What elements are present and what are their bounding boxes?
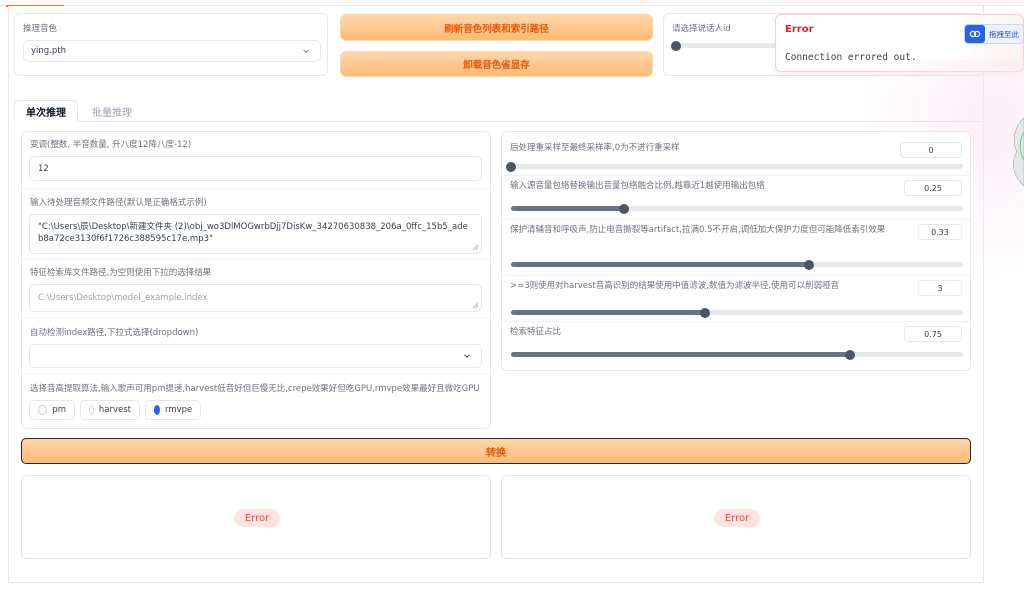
slider-number-input[interactable]: 3 xyxy=(918,280,962,296)
output-error-badge: Error xyxy=(714,509,760,527)
chevron-down-icon xyxy=(464,354,470,358)
slider-label: 输入源音量包络替换输出音量包络融合比例,越靠近1越使用输出包络 xyxy=(510,181,765,191)
radio-pm-label: pm xyxy=(52,405,66,415)
model-selected-value: ying.pth xyxy=(31,46,66,56)
model-select[interactable]: ying.pth xyxy=(23,40,321,62)
slider-label: 检索特征占比 xyxy=(510,327,562,337)
radio-rmvpe[interactable]: rmvpe xyxy=(145,400,201,420)
divider xyxy=(22,259,490,260)
slider-track[interactable] xyxy=(511,203,963,214)
slider-row: 保护清辅音和呼吸声,防止电音撕裂等artifact,拉满0.5不开启,调低加大保… xyxy=(502,220,970,276)
output-error-badge: Error xyxy=(234,509,280,527)
divider xyxy=(22,374,490,375)
radio-rmvpe-label: rmvpe xyxy=(165,405,193,415)
index-path-input[interactable]: C:\Users\Desktop\model_example.index xyxy=(29,284,482,312)
auto-index-label: 自动检测index路径,下拉式选择(dropdown) xyxy=(30,328,199,338)
divider xyxy=(22,188,490,189)
divider xyxy=(22,318,490,319)
extension-drag-button[interactable]: 拖拽至此 xyxy=(964,24,1024,44)
slider-thumb[interactable] xyxy=(619,203,629,214)
radio-circle-selected xyxy=(154,405,160,415)
slider-row: 检索特征占比 0.75 xyxy=(502,322,970,368)
slider-track[interactable] xyxy=(506,161,963,172)
extension-label: 拖拽至此 xyxy=(989,29,1019,39)
slider-row: 后处理重采样至最终采样率,0为不进行重采样 0 xyxy=(502,138,970,176)
output-audio-panel: Error xyxy=(501,475,971,559)
resize-handle-icon[interactable] xyxy=(472,302,478,308)
resize-handle-icon[interactable] xyxy=(472,244,478,250)
slider-number-input[interactable]: 0.75 xyxy=(904,326,962,342)
slider-thumb[interactable] xyxy=(845,349,855,360)
input-path-label: 输入待处理音频文件路径(默认是正确格式示例) xyxy=(30,198,207,208)
slider-fill xyxy=(511,310,706,315)
input-path-textarea[interactable]: "C:\Users\辰\Desktop\新建文件夹 (2)\obj_wo3DlM… xyxy=(29,214,482,254)
slider-number-input[interactable]: 0 xyxy=(900,142,962,158)
convert-button[interactable]: 转换 xyxy=(21,438,971,464)
slider-thumb[interactable] xyxy=(700,307,711,318)
radio-harvest-label: harvest xyxy=(98,405,131,415)
radio-pm[interactable]: pm xyxy=(29,400,75,420)
index-path-label: 特征检索库文件路径,为空则使用下拉的选择结果 xyxy=(30,268,212,278)
auto-index-dropdown[interactable] xyxy=(29,344,482,368)
slider-label: >=3则使用对harvest音高识别的结果使用中值滤波,数值为滤波半径,使用可以… xyxy=(510,281,840,291)
unload-button[interactable]: 卸载音色省显存 xyxy=(340,51,653,77)
slider-label: 保护清辅音和呼吸声,防止电音撕裂等artifact,拉满0.5不开启,调低加大保… xyxy=(510,225,886,235)
slider-number-input[interactable]: 0.33 xyxy=(918,224,962,240)
tab-single-inference[interactable]: 单次推理 xyxy=(14,100,78,122)
slider-fill xyxy=(511,262,810,267)
refresh-button[interactable]: 刷新音色列表和索引路径 xyxy=(340,14,653,41)
slider-number-input[interactable]: 0.25 xyxy=(904,180,962,196)
model-panel: 推理音色 ying.pth xyxy=(14,13,328,76)
slider-thumb[interactable] xyxy=(506,161,516,172)
right-settings-panel: 后处理重采样至最终采样率,0为不进行重采样 0 输入源音量包络替换输出音量包络融合比… xyxy=(501,131,971,371)
speaker-slider[interactable] xyxy=(671,40,776,51)
output-info-panel: Error xyxy=(21,475,491,559)
model-label: 推理音色 xyxy=(23,24,58,34)
slider-track[interactable] xyxy=(511,307,963,318)
tab-batch-inference[interactable]: 批量推理 xyxy=(80,100,144,122)
transpose-label: 变调(整数, 半音数量, 升八度12降八度-12) xyxy=(30,140,192,150)
radio-harvest[interactable]: harvest xyxy=(80,400,140,420)
slider-thumb[interactable] xyxy=(671,40,681,51)
slider-fill xyxy=(511,206,624,211)
slider-label: 后处理重采样至最终采样率,0为不进行重采样 xyxy=(510,143,680,153)
f0-method-label: 选择音高提取算法,输入歌声可用pm提速,harvest低音好但巨慢无比,crep… xyxy=(30,384,480,394)
tab-divider xyxy=(14,121,982,122)
slider-fill xyxy=(511,352,850,357)
slider-thumb[interactable] xyxy=(804,259,815,270)
radio-circle xyxy=(38,405,48,415)
character-illustration xyxy=(1013,117,1024,187)
slider-track[interactable] xyxy=(511,259,963,270)
toast-title: Error xyxy=(785,24,814,35)
index-path-placeholder: C:\Users\Desktop\model_example.index xyxy=(38,293,208,303)
slider-row: 输入源音量包络替换输出音量包络融合比例,越靠近1越使用输出包络 0.25 xyxy=(502,176,970,220)
radio-circle xyxy=(89,405,94,415)
speaker-label: 请选择说话人id xyxy=(672,24,731,34)
chevron-down-icon xyxy=(303,49,309,53)
slider-row: >=3则使用对harvest音高识别的结果使用中值滤波,数值为滤波半径,使用可以… xyxy=(502,276,970,322)
transpose-input[interactable]: 12 xyxy=(29,156,482,181)
input-path-value: "C:\Users\辰\Desktop\新建文件夹 (2)\obj_wo3DlM… xyxy=(38,222,468,244)
slider-track[interactable] xyxy=(511,349,963,360)
cloud-link-icon xyxy=(965,25,985,43)
